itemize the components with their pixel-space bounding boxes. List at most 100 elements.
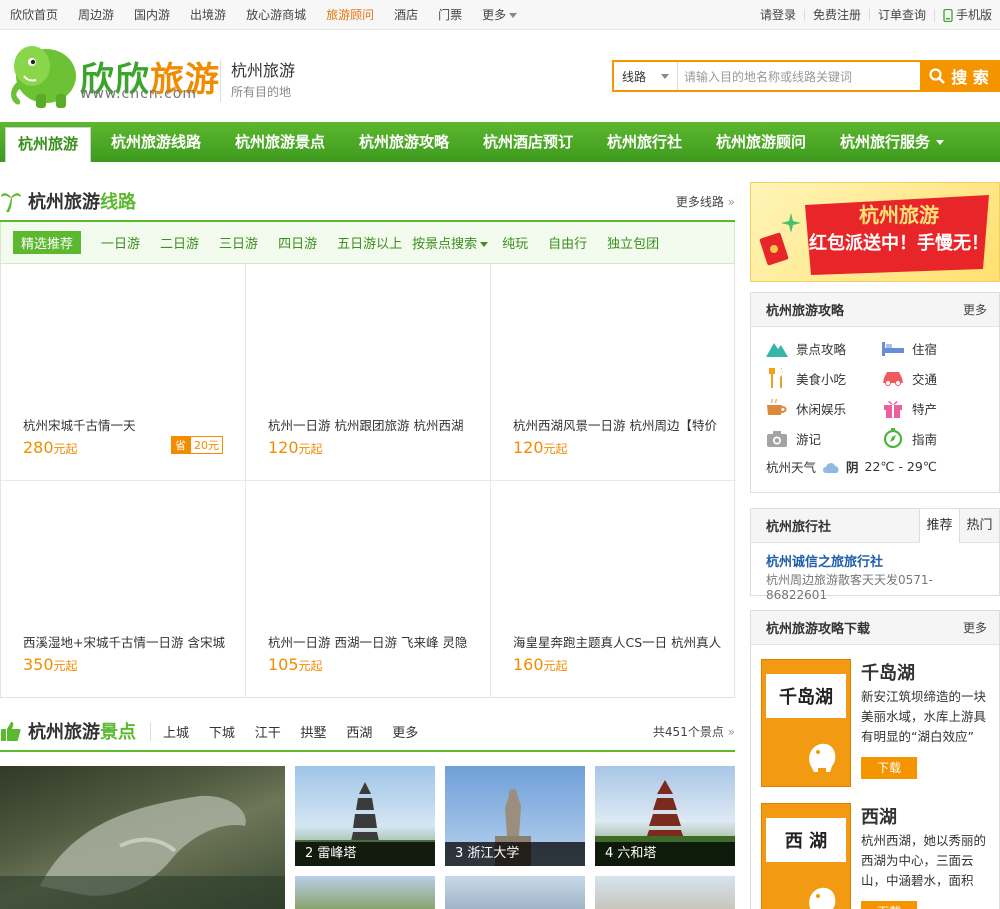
routes-tab-1day[interactable]: 一日游 <box>101 233 140 252</box>
top-link-more[interactable]: 更多 <box>472 0 527 30</box>
agency-box: 杭州旅行社 推荐 热门 杭州诚信之旅旅行社 杭州周边旅游散客天天发0571-86… <box>750 508 1000 602</box>
download-title[interactable]: 千岛湖 <box>861 659 915 685</box>
nav-tab-guides[interactable]: 杭州旅游攻略 <box>359 122 449 162</box>
mobile-link[interactable]: 手机版 <box>933 8 1000 22</box>
spot-photo-zju[interactable]: 3 浙江大学 <box>445 766 585 866</box>
red-envelope-banner[interactable]: 杭州旅游 红包派送中！手慢无！ <box>750 182 1000 282</box>
download-button[interactable]: 下载 <box>861 757 917 779</box>
route-name: 西溪湿地+宋城千古情一日游 含宋城 <box>23 635 225 650</box>
routes-tab-2day[interactable]: 二日游 <box>160 233 199 252</box>
agency-desc: 杭州周边旅游散客天天发0571-86822601 <box>766 573 933 602</box>
guide-item-spots[interactable]: 景点攻略 <box>766 333 882 363</box>
guide-item-specialty[interactable]: 特产 <box>882 393 998 423</box>
top-link-outbound[interactable]: 出境游 <box>180 0 236 30</box>
top-link-ticket[interactable]: 门票 <box>428 0 472 30</box>
guide-item-notes[interactable]: 游记 <box>766 423 882 453</box>
search-input[interactable]: 请输入目的地名称或线路关键词 <box>678 62 920 90</box>
agency-name[interactable]: 杭州诚信之旅旅行社 <box>751 543 999 570</box>
search-button-label: 搜 索 <box>951 68 989 87</box>
district-link[interactable]: 拱墅 <box>301 726 327 741</box>
nav-tab-spots[interactable]: 杭州旅游景点 <box>235 122 325 162</box>
district-link-more[interactable]: 更多 <box>392 726 418 741</box>
download-item: 西 湖 西湖 杭州西湖，她以秀丽的西湖为中心，三面云山，中涵碧水，面积60 下载 <box>761 803 991 909</box>
guide-item-food[interactable]: 美食小吃 <box>766 363 882 393</box>
spot-photo-aquarium[interactable] <box>0 766 285 909</box>
download-button[interactable]: 下载 <box>861 901 917 909</box>
nav-tab-hangzhou[interactable]: 杭州旅游 <box>5 127 92 162</box>
weather-label: 杭州天气 <box>766 460 817 475</box>
spots-count: 共451个景点 <box>652 724 724 739</box>
elephant-logo-icon[interactable] <box>2 36 80 110</box>
guide-cover[interactable]: 千岛湖 <box>761 659 851 787</box>
spots-section-header: 杭州旅游景点 上城 下城 江干 拱墅 西湖 更多 共451个景点 » <box>0 712 735 752</box>
search-type-select[interactable]: 线路 <box>614 62 678 90</box>
route-card[interactable]: 杭州西湖风景一日游 杭州周边【特价 120元起 <box>491 264 736 481</box>
agency-tab-recommended[interactable]: 推荐 <box>919 508 959 543</box>
spot-photo-7[interactable] <box>595 876 735 909</box>
routes-tab-featured[interactable]: 精选推荐 <box>13 231 82 254</box>
more-routes-link[interactable]: 更多线路 » <box>676 193 735 210</box>
top-link-nearby[interactable]: 周边游 <box>68 0 124 30</box>
nav-tab-routes[interactable]: 杭州旅游线路 <box>111 122 201 162</box>
spot-photo-5[interactable] <box>295 876 435 909</box>
login-link[interactable]: 请登录 <box>752 9 804 21</box>
spots-title-a: 杭州旅游 <box>28 722 100 743</box>
nav-tab-hotels[interactable]: 杭州酒店预订 <box>483 122 573 162</box>
route-card[interactable]: 杭州宋城千古情一天 280元起 省 20元 <box>1 264 246 481</box>
district-link[interactable]: 下城 <box>209 726 235 741</box>
route-card[interactable]: 杭州一日游 杭州跟团旅游 杭州西湖 120元起 <box>246 264 491 481</box>
download-title[interactable]: 西湖 <box>861 803 897 829</box>
nav-tab-services[interactable]: 杭州旅行服务 <box>840 122 945 162</box>
top-link-hotel[interactable]: 酒店 <box>384 0 428 30</box>
search-icon <box>929 68 946 84</box>
guide-item-traffic[interactable]: 交通 <box>882 363 998 393</box>
bed-icon <box>882 338 904 358</box>
district-link[interactable]: 江干 <box>255 726 281 741</box>
guide-item-label: 住宿 <box>912 341 938 357</box>
chevron-down-icon <box>936 140 945 145</box>
register-link[interactable]: 免费注册 <box>803 9 869 21</box>
guide-item-guide[interactable]: 指南 <box>882 423 998 453</box>
guide-item-leisure[interactable]: 休闲娱乐 <box>766 393 882 423</box>
spot-photo-leifeng[interactable]: 2 雷峰塔 <box>295 766 435 866</box>
search-button[interactable]: 搜 索 <box>920 62 998 90</box>
route-card[interactable]: 西溪湿地+宋城千古情一日游 含宋城 350元起 <box>1 481 246 698</box>
nav-tab-advisors[interactable]: 杭州旅游顾问 <box>716 122 806 162</box>
routes-tab-4day[interactable]: 四日游 <box>278 233 317 252</box>
spot-caption: 2 雷峰塔 <box>295 842 435 866</box>
route-card[interactable]: 杭州一日游 西湖一日游 飞来峰 灵隐 105元起 <box>246 481 491 698</box>
compass-icon <box>882 428 904 448</box>
routes-tab-by-spot[interactable]: 按景点搜索 <box>412 233 489 252</box>
district-link[interactable]: 西湖 <box>346 726 372 741</box>
route-price-value: 120 <box>268 438 299 457</box>
download-desc: 新安江筑坝缔造的一块美丽水域，水库上游具有明显的“湖白效应” <box>861 689 986 744</box>
routes-tab-pure[interactable]: 纯玩 <box>502 233 528 252</box>
spots-count-link[interactable]: 共451个景点 » <box>653 723 735 740</box>
download-more-link[interactable]: 更多 <box>963 619 987 636</box>
download-desc: 杭州西湖，她以秀丽的西湖为中心，三面云山，中涵碧水，面积60 <box>861 833 986 888</box>
routes-tab-5day[interactable]: 五日游以上 <box>337 233 402 252</box>
guide-more-link[interactable]: 更多 <box>963 301 987 318</box>
spot-photo-liuhe[interactable]: 4 六和塔 <box>595 766 735 866</box>
top-link-mall[interactable]: 放心游商城 <box>236 0 316 30</box>
route-price-unit: 元起 <box>53 659 78 673</box>
nav-tab-agencies[interactable]: 杭州旅行社 <box>607 122 682 162</box>
spot-photo-6[interactable] <box>445 876 585 909</box>
top-nav-left: 欣欣首页 周边游 国内游 出境游 放心游商城 旅游顾问 酒店 门票 更多 <box>0 0 527 30</box>
route-card[interactable]: 海皇星奔跑主题真人CS一日 杭州真人 160元起 <box>491 481 736 698</box>
district-link[interactable]: 上城 <box>163 726 189 741</box>
routes-tab-free[interactable]: 自由行 <box>548 233 587 252</box>
routes-tab-3day[interactable]: 三日游 <box>219 233 258 252</box>
top-link-advisor[interactable]: 旅游顾问 <box>316 0 384 30</box>
guide-item-stay[interactable]: 住宿 <box>882 333 998 363</box>
route-price-unit: 元起 <box>543 442 568 456</box>
top-link-domestic[interactable]: 国内游 <box>124 0 180 30</box>
guide-cover[interactable]: 西 湖 <box>761 803 851 909</box>
save-badge-value: 20元 <box>190 436 223 454</box>
top-link-home[interactable]: 欣欣首页 <box>0 0 68 30</box>
route-name: 杭州宋城千古情一天 <box>23 418 136 433</box>
order-link[interactable]: 订单查询 <box>868 9 934 21</box>
routes-tab-private[interactable]: 独立包团 <box>607 233 659 252</box>
brand-url: www.cncn.com <box>80 86 198 102</box>
agency-tab-popular[interactable]: 热门 <box>959 508 999 543</box>
